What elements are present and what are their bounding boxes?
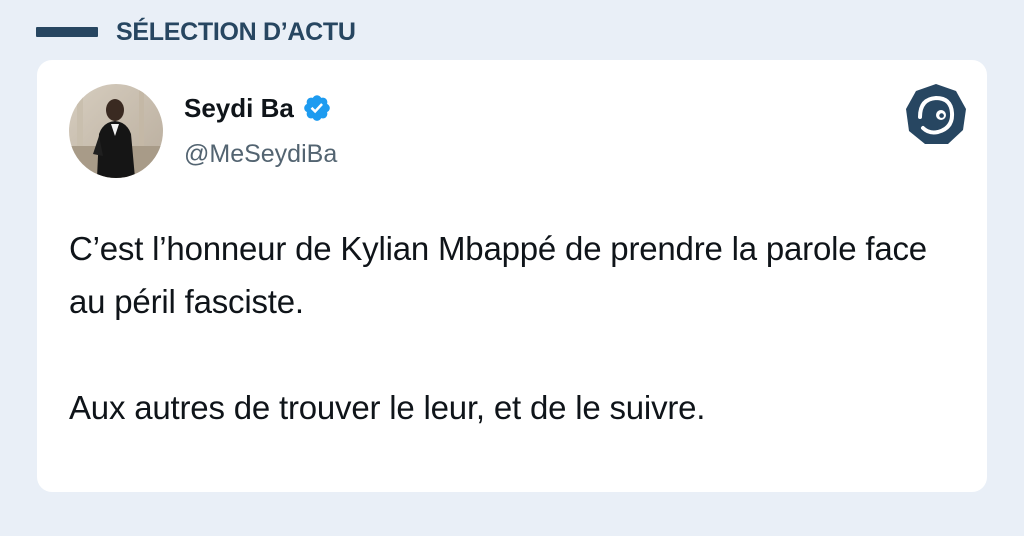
avatar[interactable]	[69, 84, 163, 178]
section-accent-bar	[36, 27, 98, 37]
tweet-body: C’est l’honneur de Kylian Mbappé de pren…	[69, 222, 959, 434]
tweet-paragraph: C’est l’honneur de Kylian Mbappé de pren…	[69, 230, 927, 320]
author-name-row[interactable]: Seydi Ba	[184, 90, 332, 126]
section-header: SÉLECTION D’ACTU	[36, 14, 356, 50]
verified-badge-icon	[302, 93, 332, 123]
tweet-paragraph: Aux autres de trouver le leur, et de le …	[69, 389, 706, 426]
section-title: SÉLECTION D’ACTU	[116, 17, 356, 46]
author-display-name[interactable]: Seydi Ba	[184, 93, 294, 124]
brand-logo-icon	[903, 82, 969, 148]
tweet-card[interactable]: Seydi Ba @MeSeydiBa C’est l’honneur de K…	[37, 60, 987, 492]
author-handle[interactable]: @MeSeydiBa	[184, 140, 337, 169]
